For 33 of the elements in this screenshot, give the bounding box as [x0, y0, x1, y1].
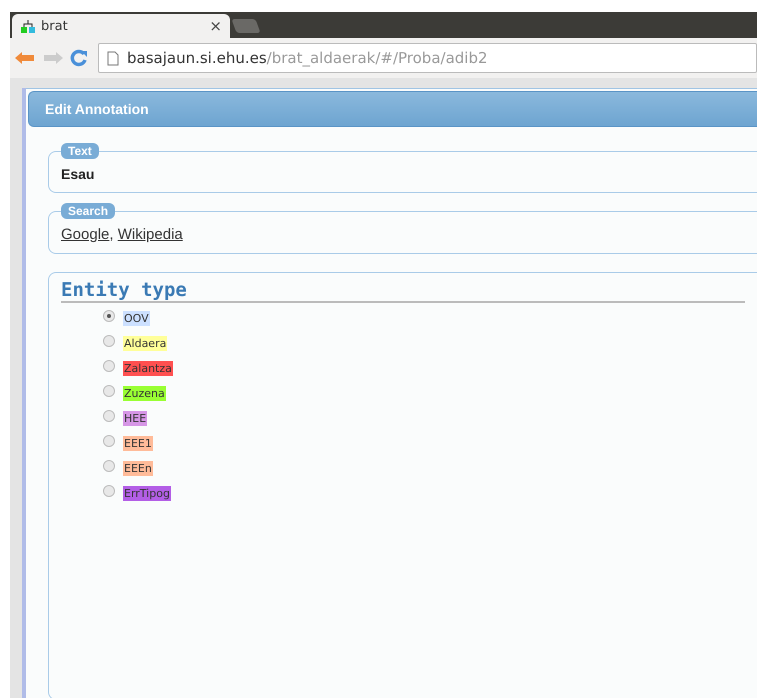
- radio-button[interactable]: [103, 484, 115, 496]
- separator: ,: [109, 226, 115, 243]
- radio-button[interactable]: [103, 334, 115, 346]
- search-link[interactable]: Google: [61, 226, 110, 243]
- entity-type-label[interactable]: Zuzena: [123, 386, 166, 401]
- search-link[interactable]: Wikipedia: [118, 226, 183, 243]
- radio-button[interactable]: [103, 434, 115, 446]
- annotation-text: Esau: [61, 166, 96, 182]
- page-icon: [107, 50, 119, 66]
- address-bar[interactable]: basajaun.si.ehu.es/brat_aldaerak/#/Proba/adib2: [98, 43, 757, 73]
- radio-button[interactable]: [103, 384, 115, 396]
- radio-button[interactable]: [103, 410, 115, 422]
- entity-type-label[interactable]: HEE: [123, 411, 148, 426]
- entity-type-label[interactable]: EEE1: [123, 436, 153, 451]
- radio-button[interactable]: [103, 310, 115, 322]
- back-icon[interactable]: [14, 50, 36, 66]
- fieldset-legend: Search: [61, 203, 116, 219]
- radio-button[interactable]: [103, 460, 115, 472]
- entity-type-label[interactable]: EEEn: [123, 461, 153, 476]
- entity-type-label[interactable]: Zalantza: [123, 361, 173, 376]
- entity-type-label[interactable]: OOV: [123, 311, 150, 326]
- dialog-title: Edit Annotation: [45, 101, 149, 117]
- reload-icon[interactable]: [70, 49, 88, 67]
- radio-button[interactable]: [103, 360, 115, 372]
- tab-title: brat: [41, 18, 69, 34]
- diagram-icon: [20, 18, 36, 34]
- entity-type-label[interactable]: Aldaera: [123, 336, 168, 351]
- forward-icon[interactable]: [42, 50, 64, 66]
- browser-tab[interactable]: brat ×: [12, 14, 230, 38]
- section-heading: Entity type: [61, 279, 745, 303]
- close-tab-button[interactable]: ×: [209, 17, 222, 35]
- fieldset-legend: Text: [61, 143, 99, 159]
- new-tab-button[interactable]: [231, 19, 261, 33]
